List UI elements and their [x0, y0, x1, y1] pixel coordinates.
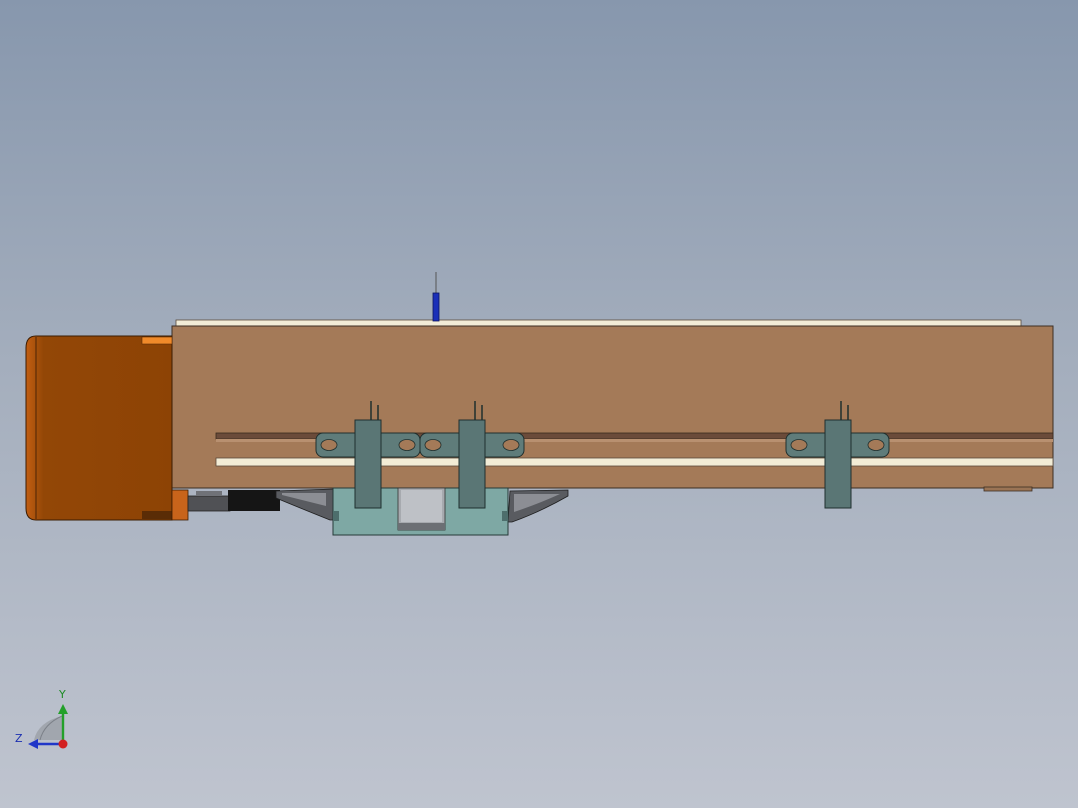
z-axis-arrow	[28, 739, 63, 749]
cad-viewport[interactable]: Y Z	[0, 0, 1078, 808]
y-axis-label: Y	[59, 688, 66, 701]
z-axis-label: Z	[15, 732, 23, 745]
stepper-motor	[25, 335, 189, 521]
model-view[interactable]	[0, 0, 1078, 808]
probe-pin	[432, 272, 440, 322]
x-axis-dot	[58, 739, 68, 749]
coordinate-triad[interactable]	[28, 704, 68, 749]
rail-top-plate	[175, 319, 1022, 327]
